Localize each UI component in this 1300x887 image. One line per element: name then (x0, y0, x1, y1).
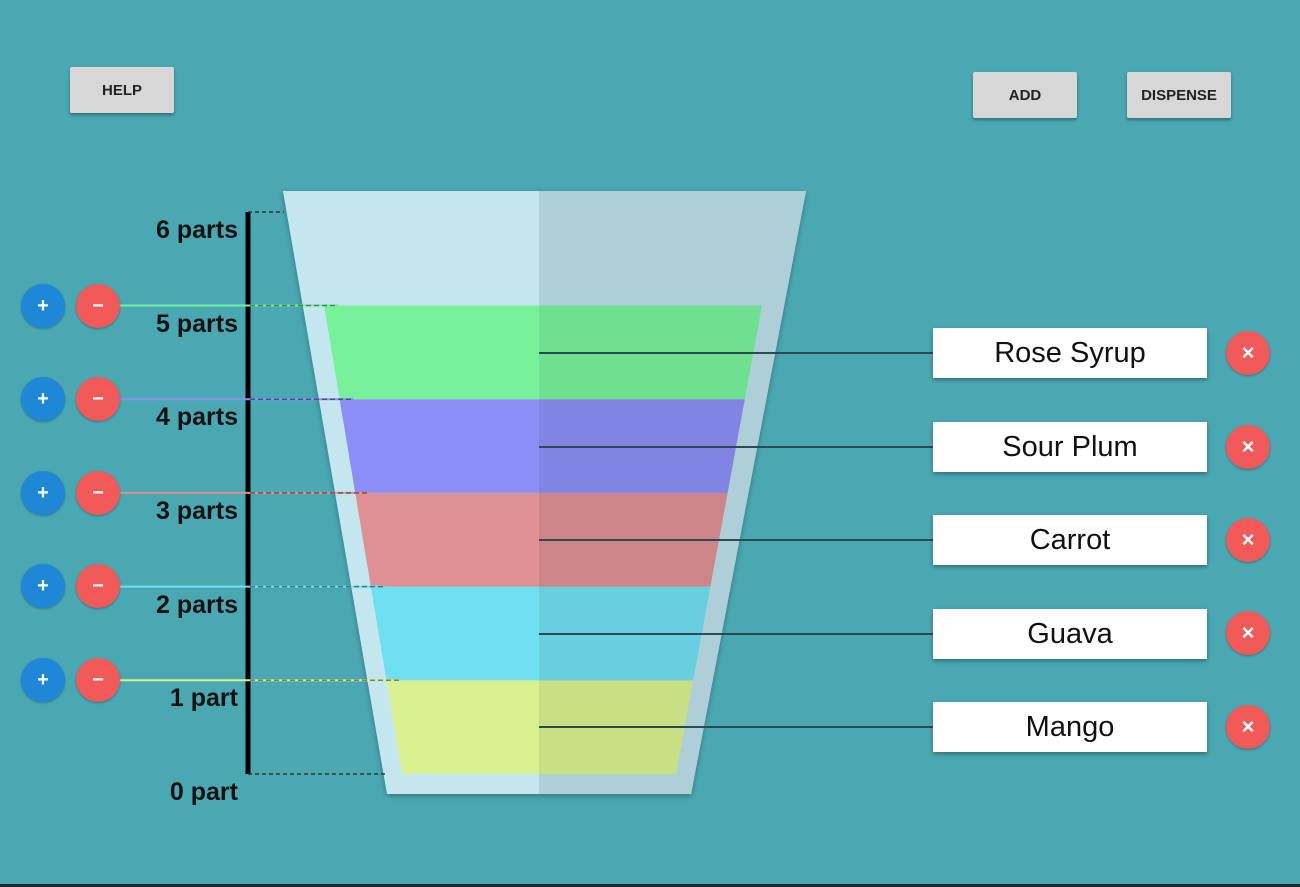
ingredient-name-field[interactable]: Guava (933, 609, 1207, 659)
scale-label-1: 1 part (169, 684, 238, 712)
decrease-rose-syrup-button[interactable]: − (76, 284, 120, 328)
increase-rose-syrup-button[interactable]: + (21, 284, 65, 328)
remove-ingredient-button[interactable]: × (1226, 611, 1270, 655)
scale-label-3: 3 parts (156, 497, 238, 525)
decrease-carrot-button[interactable]: − (76, 471, 120, 515)
scale-label-4: 4 parts (156, 403, 238, 431)
ingredient-name-field[interactable]: Rose Syrup (933, 328, 1207, 378)
decrease-sour-plum-button[interactable]: − (76, 377, 120, 421)
increase-mango-button[interactable]: + (21, 658, 65, 702)
increase-sour-plum-button[interactable]: + (21, 377, 65, 421)
remove-ingredient-button[interactable]: × (1226, 331, 1270, 375)
decrease-guava-button[interactable]: − (76, 564, 120, 608)
scale-label-0: 0 part (169, 778, 238, 806)
increase-carrot-button[interactable]: + (21, 471, 65, 515)
ingredient-name-field[interactable]: Mango (933, 702, 1207, 752)
ingredient-name-field[interactable]: Sour Plum (933, 422, 1207, 472)
scale-label-5: 5 parts (156, 310, 238, 338)
remove-ingredient-button[interactable]: × (1226, 518, 1270, 562)
increase-guava-button[interactable]: + (21, 564, 65, 608)
remove-ingredient-button[interactable]: × (1226, 705, 1270, 749)
decrease-mango-button[interactable]: − (76, 658, 120, 702)
help-button[interactable]: HELP (70, 67, 174, 113)
dispense-button[interactable]: DISPENSE (1127, 72, 1231, 118)
remove-ingredient-button[interactable]: × (1226, 425, 1270, 469)
scale-label-6: 6 parts (156, 216, 238, 244)
scale-label-2: 2 parts (156, 591, 238, 619)
add-button[interactable]: ADD (973, 72, 1077, 118)
ingredient-name-field[interactable]: Carrot (933, 515, 1207, 565)
